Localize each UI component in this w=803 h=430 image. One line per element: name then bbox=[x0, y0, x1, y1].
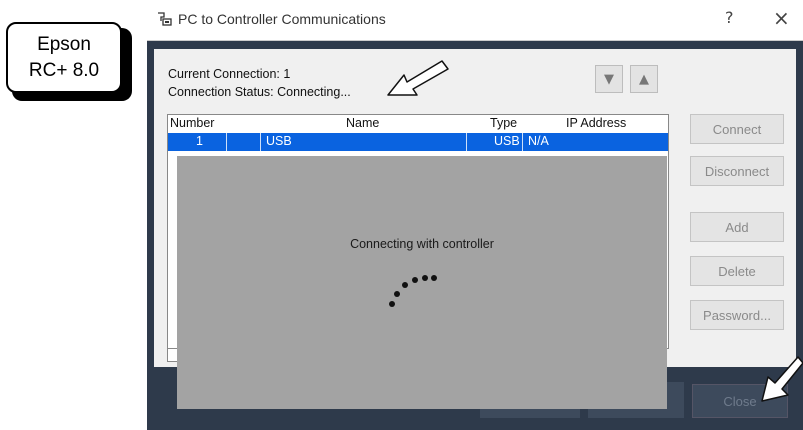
close-pointer-arrow-icon bbox=[761, 356, 803, 402]
add-button[interactable]: Add bbox=[690, 212, 784, 242]
column-header-number: Number bbox=[170, 116, 215, 130]
connecting-message: Connecting with controller bbox=[350, 237, 494, 251]
move-up-button[interactable]: ▲ bbox=[630, 65, 658, 93]
disconnect-button[interactable]: Disconnect bbox=[690, 156, 784, 186]
column-header-type: Type bbox=[490, 116, 518, 130]
connect-button[interactable]: Connect bbox=[690, 114, 784, 144]
current-connection-label: Current Connection: 1 bbox=[168, 67, 291, 81]
table-header: Number Name Type IP Address bbox=[168, 115, 668, 133]
move-down-button[interactable]: ▼ bbox=[595, 65, 623, 93]
help-button[interactable]: ? bbox=[725, 8, 734, 27]
callout-line-1: Epson bbox=[37, 34, 91, 55]
communications-icon bbox=[158, 12, 172, 26]
row-number-cell: 1 bbox=[196, 134, 203, 148]
version-callout: Epson RC+ 8.0 bbox=[6, 22, 122, 93]
status-pointer-arrow-icon bbox=[387, 60, 449, 96]
dialog-title: PC to Controller Communications bbox=[178, 11, 386, 27]
column-header-name: Name bbox=[346, 116, 380, 130]
delete-button[interactable]: Delete bbox=[690, 256, 784, 286]
row-name-cell: USB bbox=[266, 134, 292, 148]
table-row[interactable]: 1 USB USB N/A bbox=[168, 133, 668, 151]
callout-line-2: RC+ 8.0 bbox=[28, 60, 100, 81]
connection-status-label: Connection Status: Connecting... bbox=[168, 85, 351, 99]
row-type-cell: USB bbox=[494, 134, 520, 148]
row-ip-cell: N/A bbox=[528, 134, 549, 148]
connecting-overlay: Connecting with controller bbox=[177, 156, 667, 409]
close-window-button[interactable]: × bbox=[773, 6, 790, 30]
title-bar: PC to Controller Communications ? × bbox=[147, 0, 803, 41]
column-header-ip-address: IP Address bbox=[566, 116, 627, 130]
connection-info: Current Connection: 1 Connection Status:… bbox=[168, 65, 351, 101]
password-button[interactable]: Password... bbox=[690, 300, 784, 330]
